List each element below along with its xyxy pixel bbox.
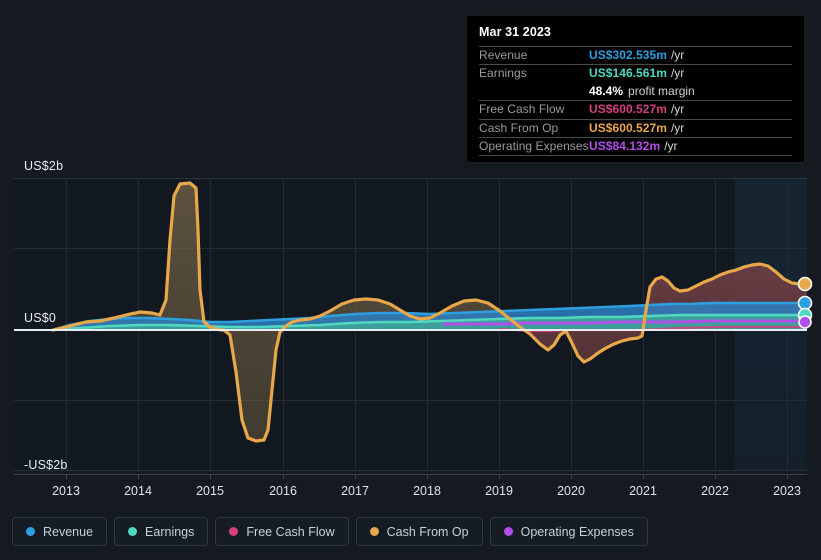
- tooltip-unit-cash-from-op: /yr: [670, 120, 685, 135]
- legend-dot-free-cash-flow-icon: [229, 527, 239, 536]
- legend-item-earnings[interactable]: Earnings: [114, 517, 209, 546]
- tooltip-unit-earnings: /yr: [670, 66, 685, 81]
- tooltip-row-operating-expenses: Operating Expenses US$84.132m /yr: [479, 136, 792, 155]
- x-axis-label-2013: 2013: [52, 484, 80, 498]
- x-axis-label-2014: 2014: [124, 484, 152, 498]
- x-axis-tick-2020: [571, 474, 572, 479]
- y-axis-label-top: US$2b: [24, 159, 64, 173]
- vgrid-2022: [715, 178, 716, 470]
- vgrid-2021: [643, 178, 644, 470]
- legend-dot-operating-expenses-icon: [503, 527, 513, 536]
- tooltip-row-profit-margin: 48.4% profit margin: [479, 83, 792, 100]
- tooltip-text-profit-margin: profit margin: [628, 83, 695, 98]
- x-axis-label-2021: 2021: [629, 484, 657, 498]
- tooltip-label-revenue: Revenue: [479, 48, 528, 62]
- vgrid-2018: [427, 178, 428, 470]
- legend-dot-revenue-icon: [26, 527, 35, 536]
- gridline-1b: [14, 248, 807, 249]
- vgrid-2019: [499, 178, 500, 470]
- x-axis-line: [14, 474, 807, 475]
- y-axis-label-bottom: -US$2b: [24, 458, 68, 472]
- financial-chart-page: US$2b US$0 -US$2b 2013 2014 2015 2016 20…: [0, 0, 821, 560]
- tooltip-label-free-cash-flow: Free Cash Flow: [479, 102, 565, 117]
- vgrid-2015: [210, 178, 211, 470]
- legend-label-cash-from-op: Cash From Op: [386, 524, 469, 539]
- x-axis-tick-2021: [643, 474, 644, 479]
- tooltip-value-operating-expenses: US$84.132m: [589, 138, 661, 153]
- x-axis-tick-2019: [499, 474, 500, 479]
- x-axis-label-2017: 2017: [341, 484, 369, 498]
- x-axis-label-2023: 2023: [773, 484, 801, 498]
- x-axis-label-2022: 2022: [701, 484, 729, 498]
- tooltip-unit-free-cash-flow: /yr: [670, 102, 685, 117]
- x-axis-label-2016: 2016: [269, 484, 297, 498]
- gridline-bottom: [14, 470, 807, 471]
- tooltip-row-earnings: Earnings US$146.561m /yr: [479, 64, 792, 82]
- tooltip-label-earnings: Earnings: [479, 66, 527, 81]
- x-axis-label-2020: 2020: [557, 484, 585, 498]
- tooltip-value-cash-from-op: US$600.527m: [589, 120, 667, 135]
- vgrid-2017: [355, 178, 356, 470]
- tooltip-value-revenue: US$302.535m: [589, 48, 667, 62]
- legend-label-revenue: Revenue: [43, 524, 94, 539]
- tooltip-unit-revenue: /yr: [670, 48, 685, 62]
- x-axis-tick-2014: [138, 474, 139, 479]
- tooltip-date: Mar 31 2023: [479, 25, 551, 39]
- gridline-neg1b: [14, 400, 807, 401]
- legend-item-cash-from-op[interactable]: Cash From Op: [355, 517, 483, 546]
- x-axis-tick-2023: [787, 474, 788, 479]
- legend-dot-cash-from-op-icon: [369, 527, 379, 536]
- tooltip-bottom-divider: [479, 155, 792, 157]
- zero-baseline: [14, 329, 807, 331]
- tooltip-value-earnings: US$146.561m: [589, 66, 667, 81]
- vgrid-2014: [138, 178, 139, 470]
- vgrid-2020: [571, 178, 572, 470]
- legend-label-free-cash-flow: Free Cash Flow: [246, 524, 335, 539]
- x-axis-tick-2016: [283, 474, 284, 479]
- tooltip-value-profit-margin: 48.4%: [589, 83, 624, 98]
- x-axis-tick-2018: [427, 474, 428, 479]
- legend-label-earnings: Earnings: [145, 524, 195, 539]
- tooltip-label-operating-expenses: Operating Expenses: [479, 138, 589, 153]
- tooltip-value-free-cash-flow: US$600.527m: [589, 102, 667, 117]
- tooltip-unit-operating-expenses: /yr: [664, 138, 678, 153]
- tooltip-label-cash-from-op: Cash From Op: [479, 120, 559, 135]
- vgrid-2013: [66, 178, 67, 470]
- x-axis-tick-2017: [355, 474, 356, 479]
- y-axis-label-zero: US$0: [24, 311, 57, 325]
- x-axis-label-2019: 2019: [485, 484, 513, 498]
- tooltip-row-revenue: Revenue US$302.535m /yr: [479, 46, 792, 64]
- plot-area-background: [14, 178, 807, 470]
- tooltip-row-cash-from-op: Cash From Op US$600.527m /yr: [479, 118, 792, 137]
- tooltip-row-free-cash-flow: Free Cash Flow US$600.527m /yr: [479, 100, 792, 118]
- legend-item-revenue[interactable]: Revenue: [12, 517, 108, 546]
- vgrid-2016: [283, 178, 284, 470]
- x-axis-tick-2015: [210, 474, 211, 479]
- legend-item-operating-expenses[interactable]: Operating Expenses: [489, 517, 648, 546]
- chart-legend: Revenue Earnings Free Cash Flow Cash Fro…: [12, 517, 648, 546]
- x-axis-label-2015: 2015: [196, 484, 224, 498]
- legend-item-free-cash-flow[interactable]: Free Cash Flow: [215, 517, 349, 546]
- vgrid-2023: [787, 178, 788, 470]
- gridline-top: [14, 178, 807, 179]
- legend-dot-earnings-icon: [128, 527, 138, 536]
- chart-tooltip: Mar 31 2023 Revenue US$302.535m /yr Earn…: [466, 15, 805, 164]
- x-axis-tick-2022: [715, 474, 716, 479]
- legend-label-operating-expenses: Operating Expenses: [520, 524, 634, 539]
- x-axis-tick-2013: [66, 474, 67, 479]
- x-axis-label-2018: 2018: [413, 484, 441, 498]
- forecast-shaded-region: [735, 178, 807, 470]
